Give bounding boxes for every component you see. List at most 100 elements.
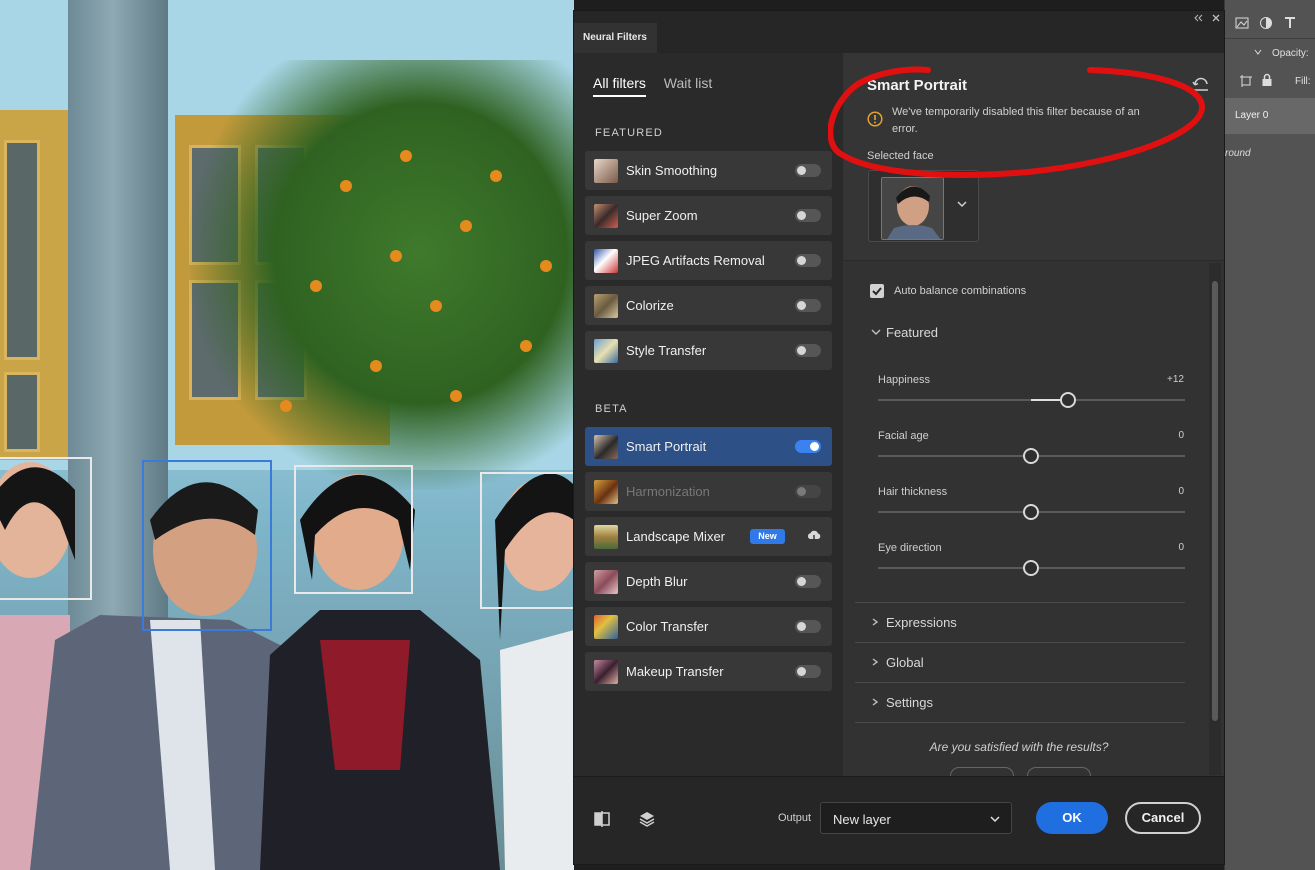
filter-item-colorize[interactable]: Colorize <box>585 286 832 325</box>
settings-group-header[interactable]: Settings <box>870 695 933 710</box>
thumbs-up-button[interactable] <box>950 767 1014 776</box>
filter-name: Colorize <box>626 298 674 313</box>
slider-handle[interactable] <box>1023 504 1039 520</box>
slider-handle[interactable] <box>1023 448 1039 464</box>
tab-neural-filters[interactable]: Neural Filters <box>574 23 657 53</box>
depth-blur-toggle[interactable] <box>795 575 821 588</box>
output-value: New layer <box>833 812 891 827</box>
filter-name: Style Transfer <box>626 343 707 358</box>
eye-direction-value: 0 <box>1178 542 1184 553</box>
settings-scrollbar[interactable] <box>1209 263 1221 775</box>
new-badge: New <box>750 529 785 544</box>
auto-balance-checkbox[interactable] <box>870 284 884 298</box>
harmonization-icon <box>594 480 618 504</box>
ok-button[interactable]: OK <box>1036 802 1108 834</box>
adjustment-icon[interactable] <box>1259 16 1273 30</box>
lock-icon[interactable] <box>1261 73 1273 87</box>
selected-face-thumbnail <box>881 177 944 240</box>
background-layer-name[interactable]: round <box>1225 148 1251 159</box>
super-zoom-icon <box>594 204 618 228</box>
reset-icon[interactable] <box>1192 76 1210 94</box>
filter-list-panel: All filters Wait list FEATURED Skin Smoo… <box>574 53 843 776</box>
slider-handle[interactable] <box>1059 392 1076 408</box>
compare-view-icon[interactable] <box>592 809 612 829</box>
filter-item-depth-blur[interactable]: Depth Blur <box>585 562 832 601</box>
filter-item-harmonization[interactable]: Harmonization <box>585 472 832 511</box>
featured-group-header[interactable]: Featured <box>870 325 938 340</box>
auto-balance-label: Auto balance combinations <box>894 285 1027 297</box>
filter-name: Harmonization <box>626 484 710 499</box>
filter-subtabs: All filters Wait list <box>593 75 726 97</box>
filter-item-smart-portrait[interactable]: Smart Portrait <box>585 427 832 466</box>
feedback-question: Are you satisfied with the results? <box>929 740 1109 754</box>
face-box-3[interactable] <box>294 465 413 594</box>
filter-item-skin-smoothing[interactable]: Skin Smoothing <box>585 151 832 190</box>
eye-direction-label: Eye direction <box>878 542 942 554</box>
layer-0-row[interactable]: Layer 0 <box>1225 98 1315 134</box>
style-transfer-icon <box>594 339 618 363</box>
facial-age-label: Facial age <box>878 430 929 442</box>
eye-direction-slider[interactable] <box>878 560 1185 576</box>
skin-smoothing-toggle[interactable] <box>795 164 821 177</box>
warning-icon <box>867 111 883 127</box>
filter-name: Super Zoom <box>626 208 698 223</box>
smart-portrait-toggle[interactable] <box>795 440 821 453</box>
selected-face-label: Selected face <box>867 150 934 162</box>
face-box-selected[interactable] <box>142 460 272 631</box>
happiness-value: +12 <box>1167 374 1184 385</box>
filter-item-color-transfer[interactable]: Color Transfer <box>585 607 832 646</box>
filter-item-style-transfer[interactable]: Style Transfer <box>585 331 832 370</box>
photo-orange-tree <box>190 60 574 490</box>
cloud-download-icon[interactable] <box>806 528 822 544</box>
close-icon[interactable] <box>1211 13 1221 23</box>
featured-group-label: Featured <box>886 325 939 340</box>
filter-item-jpeg-artifacts-removal[interactable]: JPEG Artifacts Removal <box>585 241 832 280</box>
cancel-button[interactable]: Cancel <box>1125 802 1201 834</box>
filter-title: Smart Portrait <box>867 77 968 94</box>
face-box-1[interactable] <box>0 457 92 600</box>
slider-handle[interactable] <box>1023 560 1039 576</box>
colorize-toggle[interactable] <box>795 299 821 312</box>
neural-filters-dialog: Neural Filters All filters Wait list FEA… <box>573 10 1225 865</box>
super-zoom-toggle[interactable] <box>795 209 821 222</box>
filter-item-landscape-mixer[interactable]: Landscape Mixer New <box>585 517 832 556</box>
jpeg-artifacts-toggle[interactable] <box>795 254 821 267</box>
hair-thickness-slider[interactable] <box>878 504 1185 520</box>
chevron-right-icon <box>872 698 879 706</box>
layers-panel: Opacity: Fill: Layer 0 round <box>1224 0 1315 870</box>
expressions-label: Expressions <box>886 615 957 630</box>
selected-face-dropdown[interactable] <box>868 170 979 242</box>
color-transfer-toggle[interactable] <box>795 620 821 633</box>
chevron-down-icon <box>871 329 881 335</box>
tab-wait-list[interactable]: Wait list <box>664 75 712 95</box>
warning-message: We've temporarily disabled this filter b… <box>892 106 1140 135</box>
screen: Opacity: Fill: Layer 0 round Neural Filt… <box>0 0 1315 870</box>
image-icon[interactable] <box>1235 16 1249 30</box>
lock-artboard-icon[interactable] <box>1239 74 1253 88</box>
chevron-down-icon[interactable] <box>955 197 969 211</box>
expressions-group-header[interactable]: Expressions <box>870 615 957 630</box>
collapse-icon[interactable] <box>1193 13 1203 23</box>
makeup-transfer-toggle[interactable] <box>795 665 821 678</box>
filter-item-super-zoom[interactable]: Super Zoom <box>585 196 832 235</box>
photo-canvas[interactable] <box>0 0 574 870</box>
happiness-slider[interactable] <box>878 392 1185 408</box>
filter-item-makeup-transfer[interactable]: Makeup Transfer <box>585 652 832 691</box>
divider <box>855 682 1185 683</box>
harmonization-toggle <box>795 485 821 498</box>
filter-name: Makeup Transfer <box>626 664 724 679</box>
face-box-4[interactable] <box>480 472 574 609</box>
settings-label: Settings <box>886 695 933 710</box>
chevron-down-icon[interactable] <box>1253 47 1263 57</box>
divider <box>855 722 1185 723</box>
layers-icon[interactable] <box>637 809 657 829</box>
scroll-thumb[interactable] <box>1212 281 1218 721</box>
output-select[interactable]: New layer <box>820 802 1012 834</box>
style-transfer-toggle[interactable] <box>795 344 821 357</box>
facial-age-slider[interactable] <box>878 448 1185 464</box>
tab-all-filters[interactable]: All filters <box>593 75 646 97</box>
thumbs-down-button[interactable] <box>1027 767 1091 776</box>
filter-name: Depth Blur <box>626 574 688 589</box>
type-icon[interactable] <box>1283 16 1297 30</box>
global-group-header[interactable]: Global <box>870 655 924 670</box>
